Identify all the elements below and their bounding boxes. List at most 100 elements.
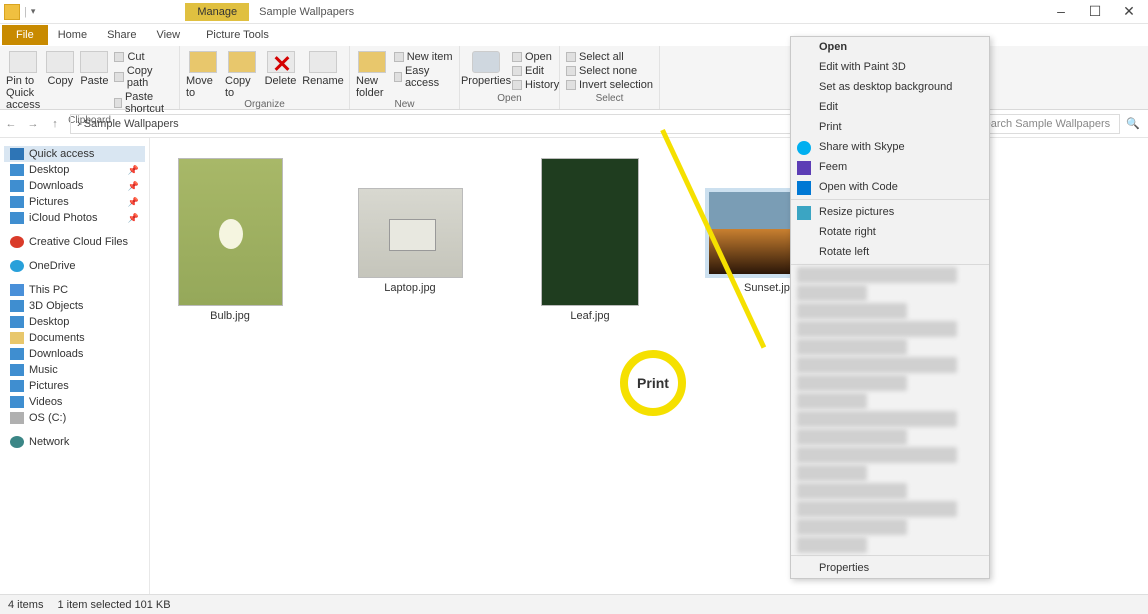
file-label: Leaf.jpg (570, 310, 609, 322)
cm-resize[interactable]: Resize pictures (791, 202, 989, 222)
cm-blurred-item[interactable] (797, 411, 957, 427)
copy-path-button[interactable]: Copy path (114, 65, 173, 89)
cm-blurred-item[interactable] (797, 339, 907, 355)
up-button[interactable]: ↑ (44, 118, 66, 130)
search-icon[interactable]: 🔍 (1126, 117, 1140, 130)
sidebar-pictures2[interactable]: Pictures (4, 378, 145, 394)
organize-group-label: Organize (186, 99, 343, 112)
separator (791, 555, 989, 556)
cm-feem[interactable]: Feem (791, 157, 989, 177)
sidebar-osc[interactable]: OS (C:) (4, 410, 145, 426)
home-tab[interactable]: Home (48, 25, 97, 45)
thumbnail-icon (358, 188, 463, 278)
cm-edit[interactable]: Edit (791, 97, 989, 117)
select-all-button[interactable]: Select all (566, 51, 653, 63)
cm-set-background[interactable]: Set as desktop background (791, 77, 989, 97)
manage-tab[interactable]: Manage (185, 3, 249, 21)
sidebar-videos[interactable]: Videos (4, 394, 145, 410)
cm-blurred-item[interactable] (797, 447, 957, 463)
sidebar-music[interactable]: Music (4, 362, 145, 378)
qat: | ▾ (4, 4, 35, 20)
file-item-laptop[interactable]: Laptop.jpg (350, 158, 470, 322)
callout-highlight: Print (620, 350, 686, 416)
back-button[interactable]: ← (0, 118, 22, 130)
paste-shortcut-button[interactable]: Paste shortcut (114, 91, 173, 115)
new-item-button[interactable]: New item (394, 51, 453, 63)
sidebar-this-pc[interactable]: This PC (4, 282, 145, 298)
edit-button[interactable]: Edit (512, 65, 559, 77)
share-tab[interactable]: Share (97, 25, 146, 45)
easy-access-button[interactable]: Easy access (394, 65, 453, 89)
sidebar-desktop[interactable]: Desktop📌 (4, 162, 145, 178)
qat-dropdown-icon[interactable]: ▾ (31, 6, 36, 17)
sidebar-desktop2[interactable]: Desktop (4, 314, 145, 330)
history-button[interactable]: History (512, 79, 559, 91)
view-tab[interactable]: View (146, 25, 190, 45)
file-label: Laptop.jpg (384, 282, 435, 294)
cm-open-code[interactable]: Open with Code (791, 177, 989, 197)
cm-blurred-item[interactable] (797, 303, 907, 319)
copy-to-button[interactable]: Copy to (225, 51, 258, 99)
forward-button[interactable]: → (22, 118, 44, 130)
delete-button[interactable]: Delete (264, 51, 297, 87)
sidebar-downloads2[interactable]: Downloads (4, 346, 145, 362)
cm-print[interactable]: Print (791, 117, 989, 137)
cm-blurred-item[interactable] (797, 285, 867, 301)
copy-button[interactable]: Copy (46, 51, 74, 87)
cm-blurred-item[interactable] (797, 501, 957, 517)
thumbnail-icon (541, 158, 639, 306)
cm-blurred-item[interactable] (797, 483, 907, 499)
cm-blurred-item[interactable] (797, 519, 907, 535)
cm-edit-paint3d[interactable]: Edit with Paint 3D (791, 57, 989, 77)
rename-button[interactable]: Rename (303, 51, 343, 87)
file-tab[interactable]: File (2, 25, 48, 45)
cm-blurred-item[interactable] (797, 537, 867, 553)
sidebar-3d-objects[interactable]: 3D Objects (4, 298, 145, 314)
cm-skype[interactable]: Share with Skype (791, 137, 989, 157)
pin-icon: 📌 (128, 181, 139, 192)
thumbnail-icon (178, 158, 283, 306)
cm-blurred-item[interactable] (797, 465, 867, 481)
new-folder-button[interactable]: New folder (356, 51, 388, 99)
select-none-button[interactable]: Select none (566, 65, 653, 77)
invert-selection-button[interactable]: Invert selection (566, 79, 653, 91)
file-item-bulb[interactable]: Bulb.jpg (170, 158, 290, 322)
cm-rotate-right[interactable]: Rotate right (791, 222, 989, 242)
picture-tools-tab[interactable]: Picture Tools (196, 25, 279, 45)
cm-blurred-item[interactable] (797, 267, 957, 283)
pin-icon: 📌 (128, 213, 139, 224)
pin-button[interactable]: Pin to Quick access (6, 51, 40, 111)
move-to-button[interactable]: Move to (186, 51, 219, 99)
paste-button[interactable]: Paste (80, 51, 108, 87)
cm-blurred-item[interactable] (797, 429, 907, 445)
cm-open[interactable]: Open (791, 37, 989, 57)
cm-blurred-item[interactable] (797, 321, 957, 337)
cm-rotate-left[interactable]: Rotate left (791, 242, 989, 262)
skype-icon (797, 141, 811, 155)
properties-button[interactable]: Properties (466, 51, 506, 87)
minimize-button[interactable]: – (1054, 3, 1068, 20)
sidebar-network[interactable]: Network (4, 434, 145, 450)
cm-blurred-item[interactable] (797, 375, 907, 391)
sidebar-creative-cloud[interactable]: Creative Cloud Files (4, 234, 145, 250)
cm-blurred-item[interactable] (797, 393, 867, 409)
sidebar-downloads[interactable]: Downloads📌 (4, 178, 145, 194)
cm-properties[interactable]: Properties (791, 558, 989, 578)
sidebar-icloud[interactable]: iCloud Photos📌 (4, 210, 145, 226)
cm-blurred-item[interactable] (797, 357, 957, 373)
sidebar-pictures[interactable]: Pictures📌 (4, 194, 145, 210)
folder-icon (4, 4, 20, 20)
sidebar-onedrive[interactable]: OneDrive (4, 258, 145, 274)
qat-divider: | (24, 6, 27, 18)
select-group-label: Select (566, 93, 653, 106)
sidebar-documents[interactable]: Documents (4, 330, 145, 346)
feem-icon (797, 161, 811, 175)
cut-button[interactable]: Cut (114, 51, 173, 63)
maximize-button[interactable]: ☐ (1088, 3, 1102, 20)
file-item-leaf[interactable]: Leaf.jpg (530, 158, 650, 322)
close-button[interactable]: ✕ (1122, 3, 1136, 20)
search-input[interactable]: Search Sample Wallpapers (970, 114, 1120, 134)
sidebar-quick-access[interactable]: Quick access (4, 146, 145, 162)
window-title: Sample Wallpapers (259, 6, 354, 18)
open-button[interactable]: Open (512, 51, 559, 63)
